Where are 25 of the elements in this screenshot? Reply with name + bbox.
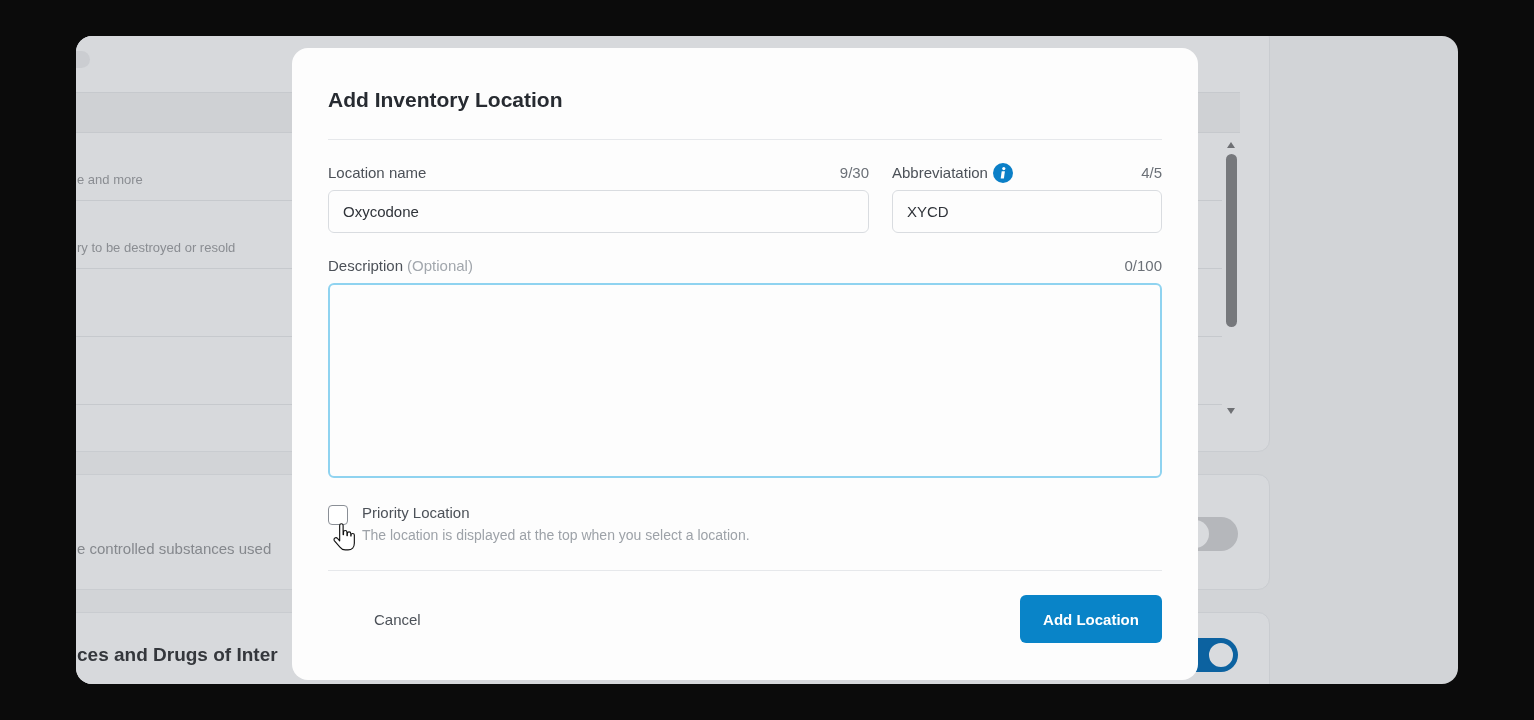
- add-location-button[interactable]: Add Location: [1020, 595, 1162, 643]
- optional-hint: (Optional): [407, 257, 473, 275]
- field-label: Location name: [328, 164, 427, 182]
- scrollbar-thumb[interactable]: [1225, 154, 1237, 327]
- row-description: e and more: [77, 172, 143, 188]
- text-field[interactable]: XYCD: [892, 190, 1162, 233]
- description-field[interactable]: [328, 283, 1162, 478]
- field-label: Abbreviatation: [892, 164, 988, 182]
- checkbox[interactable]: [328, 505, 348, 525]
- character-counter: 9/30: [839, 164, 869, 182]
- help-text: The location is displayed at the top when you select a location.: [362, 526, 750, 544]
- scroll-down-icon[interactable]: [1227, 408, 1235, 414]
- field-label: Description: [328, 257, 404, 275]
- info-icon[interactable]: [992, 163, 1013, 183]
- section-heading: ces and Drugs of Inter: [77, 643, 278, 667]
- row-description: ry to be destroyed or resold: [77, 240, 236, 256]
- setting-description: e controlled substances used: [77, 540, 272, 558]
- character-counter: 0/100: [1124, 257, 1162, 275]
- text-field[interactable]: Oxycodone: [328, 190, 869, 233]
- scroll-up-icon[interactable]: [1227, 142, 1235, 148]
- checkbox-label: Priority Location: [362, 504, 470, 522]
- hand-cursor-icon: [332, 522, 355, 552]
- character-counter: 4/5: [1141, 164, 1162, 182]
- cancel-button[interactable]: Cancel: [328, 595, 467, 643]
- dialog-title: Add Inventory Location: [328, 87, 563, 113]
